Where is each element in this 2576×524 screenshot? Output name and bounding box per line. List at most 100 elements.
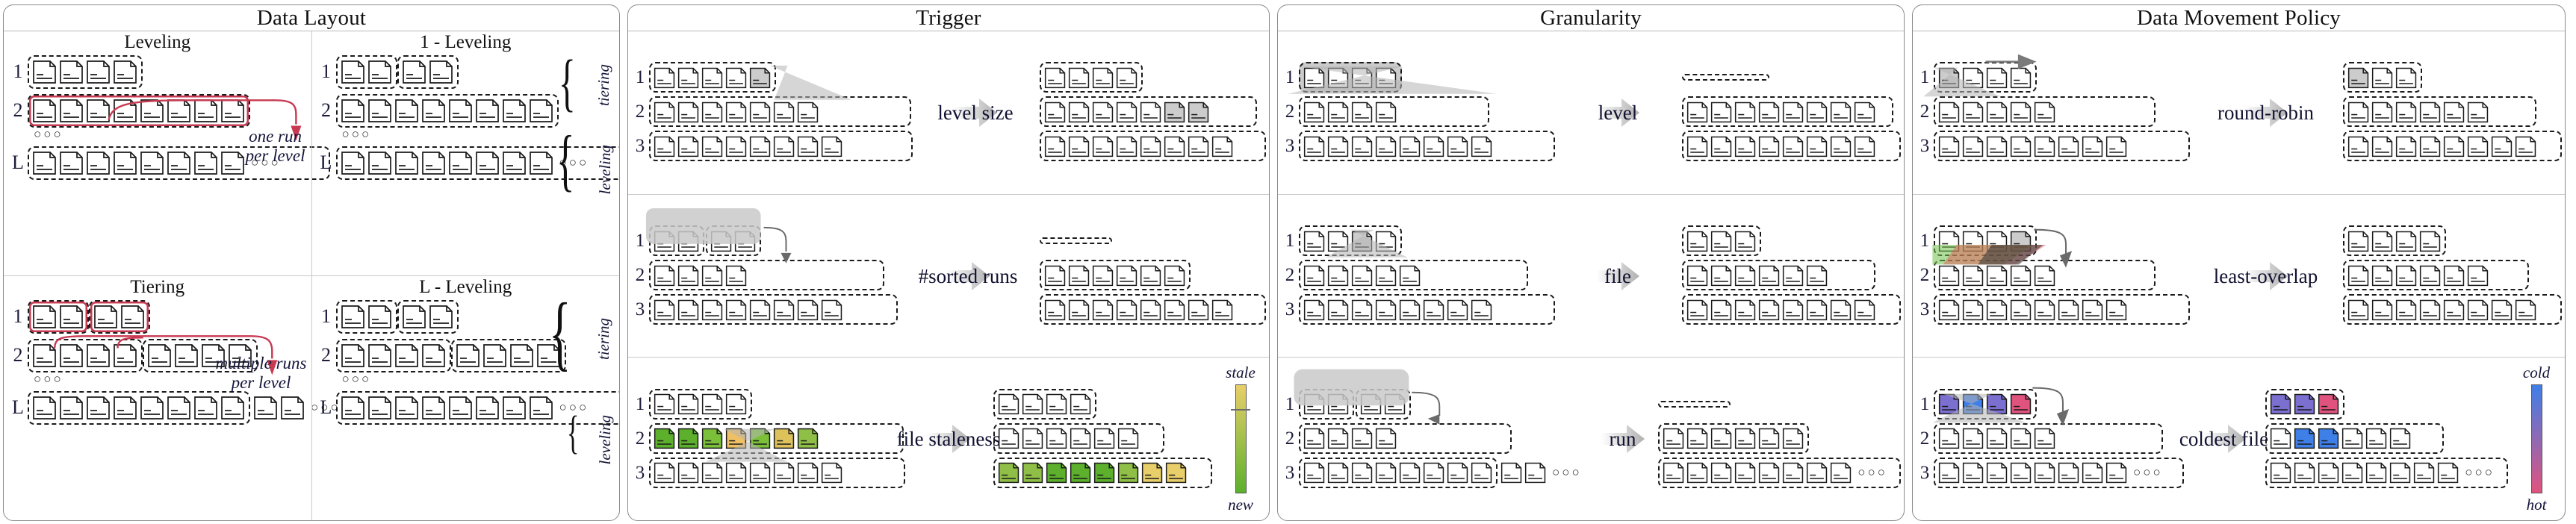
legend-top-label: cold — [2522, 364, 2551, 382]
file-icon — [447, 394, 474, 421]
file-icon — [1383, 392, 1407, 416]
file-icon — [677, 263, 701, 287]
file-icon — [1374, 263, 1398, 287]
file-icon — [193, 97, 220, 124]
file-icon — [2514, 134, 2538, 158]
file-icon — [1710, 100, 1734, 124]
file-icon — [1164, 461, 1188, 484]
level-row — [2341, 61, 2562, 94]
run-container — [2265, 422, 2445, 454]
file-icon — [2436, 461, 2460, 484]
file-icon — [1710, 298, 1734, 322]
file-icon — [1398, 263, 1422, 287]
file-icon — [1067, 66, 1091, 90]
file-icon — [1139, 100, 1163, 124]
band-mid: file — [1555, 259, 1680, 293]
file-icon — [1326, 298, 1350, 322]
brace-label-tiering-llev: tiering — [595, 318, 612, 360]
run-wrap — [1299, 294, 1555, 325]
run-wrap — [1934, 96, 2156, 128]
file-icon — [2442, 263, 2466, 287]
level-row: 2 — [1916, 96, 2190, 128]
file-icon — [796, 461, 820, 484]
file-icon — [1021, 426, 1045, 450]
file-icon — [1374, 229, 1398, 253]
file-icon — [31, 342, 58, 369]
file-icon — [2081, 298, 2105, 322]
run-wrap — [1299, 225, 1402, 256]
level-row: 3 — [631, 130, 913, 163]
file-icon — [1470, 134, 1494, 158]
run-wrap — [2343, 96, 2536, 128]
file-icon — [677, 298, 701, 322]
file-icon — [1985, 100, 2009, 124]
file-icon — [1781, 426, 1805, 450]
file-icon — [1710, 461, 1734, 484]
level-row: 1 — [631, 61, 913, 94]
level-label-1: 1 — [321, 305, 331, 327]
quadrant-l-leveling: L - Leveling 1 2 ○○○ L ○○○ { tiering { level… — [311, 276, 619, 520]
file-icon — [1067, 263, 1091, 287]
panel-title-trigger: Trigger — [628, 5, 1269, 31]
file-icon — [1091, 66, 1115, 90]
file-icon — [1734, 134, 1757, 158]
file-icon — [772, 461, 796, 484]
file-icon — [2105, 134, 2129, 158]
file-icon — [1021, 461, 1045, 484]
brace-label-leveling-1lev: leveling — [596, 145, 614, 195]
file-icon — [1326, 134, 1350, 158]
file-icon — [820, 461, 844, 484]
file-icon — [2389, 461, 2412, 484]
level-row: 2 — [631, 259, 898, 292]
state-after — [1680, 61, 1901, 164]
file-icon — [1374, 134, 1398, 158]
file-icon — [796, 298, 820, 322]
figure-root: Data Layout Leveling 1 2 ○○○ L ○○○ one run p… — [0, 0, 2576, 524]
run-container — [1658, 422, 1810, 454]
file-icon — [1710, 263, 1734, 287]
level-row: 2 — [631, 96, 913, 128]
file-icon — [2395, 134, 2418, 158]
file-icon — [1303, 298, 1326, 322]
run-container — [1299, 457, 1498, 488]
panel-data-layout: Data Layout Leveling 1 2 ○○○ L ○○○ one run p… — [3, 4, 620, 521]
run-wrap — [2265, 388, 2345, 419]
file-icon — [340, 342, 367, 369]
run-wrap — [649, 260, 884, 290]
file-icon — [58, 97, 85, 124]
quadrant-1-leveling: 1 - Leveling 1 2 ○○○ L ○○○ { tiering { level… — [311, 31, 619, 275]
level-label-2: 2 — [635, 102, 645, 122]
file-icon — [2009, 229, 2033, 253]
run-wrap: ○○○ — [28, 390, 347, 425]
file-icon — [677, 66, 701, 90]
level-label-L: L — [320, 152, 332, 173]
run-container — [1682, 96, 1893, 128]
file-icon — [1359, 392, 1383, 416]
legend-bottom-label: new — [1228, 496, 1253, 514]
file-icon — [1045, 426, 1069, 450]
run-container — [649, 131, 913, 162]
level-row — [2264, 422, 2508, 455]
run-wrap — [1040, 131, 1266, 162]
file-icon — [1853, 100, 1877, 124]
file-icon — [166, 149, 193, 176]
file-icon — [1757, 461, 1781, 484]
file-icon — [2466, 100, 2490, 124]
tiering-note-line1: multiple runs — [215, 354, 307, 372]
file-icon — [724, 461, 748, 484]
file-icon — [1937, 229, 1961, 253]
file-icon — [1091, 134, 1115, 158]
file-icon — [1303, 229, 1326, 253]
run-wrap — [335, 54, 459, 89]
file-icon — [1985, 426, 2009, 450]
file-icon — [2442, 100, 2466, 124]
tiering-note-line2: per level — [231, 372, 291, 392]
file-icon — [112, 342, 139, 369]
file-icon — [677, 392, 701, 416]
file-icon — [1115, 100, 1139, 124]
file-icon — [2341, 461, 2365, 484]
level-row — [1680, 225, 1901, 258]
file-icon — [2395, 229, 2418, 253]
run-container — [649, 294, 898, 325]
file-icon — [1115, 298, 1139, 322]
